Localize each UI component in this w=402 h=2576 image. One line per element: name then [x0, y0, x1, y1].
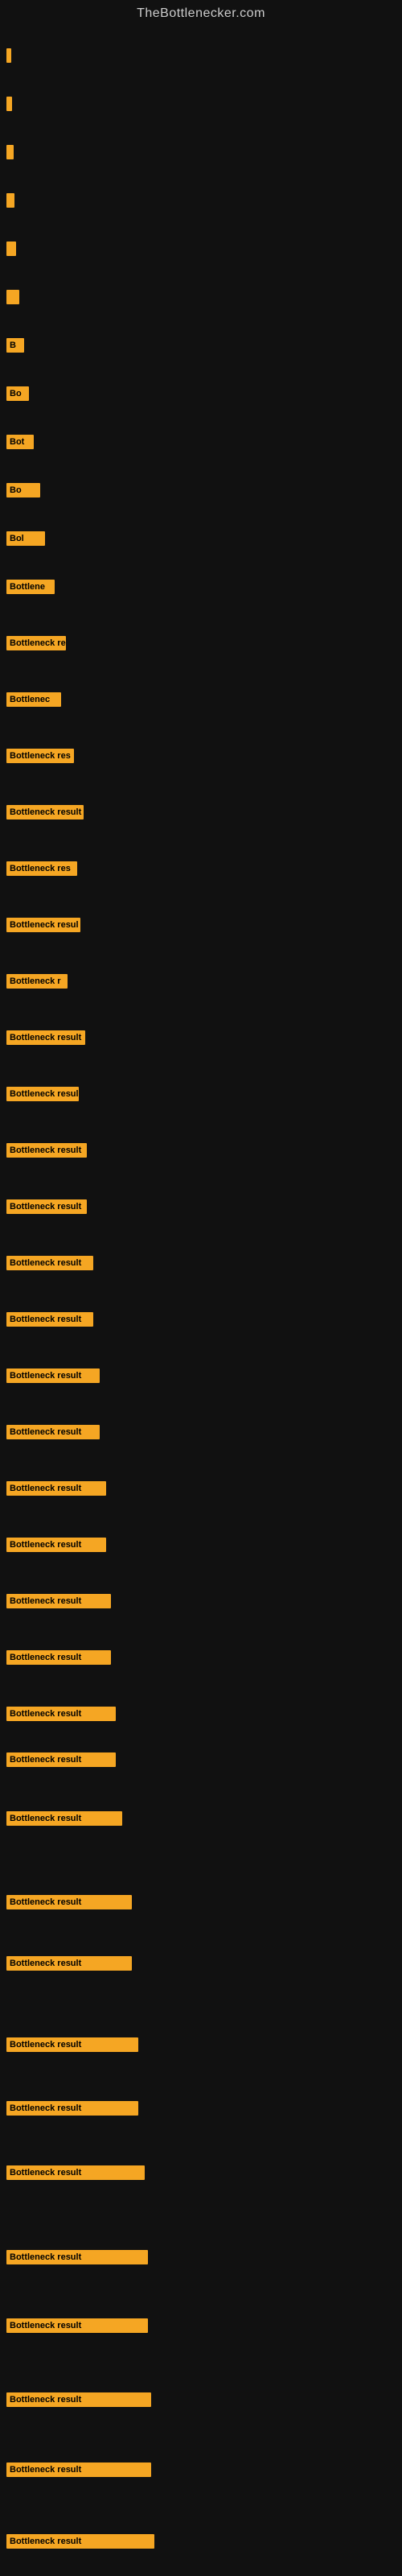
bar-item: Bottleneck result [6, 805, 84, 819]
bar-item: Bottleneck result [6, 1425, 100, 1439]
bar-item: Bottleneck result [6, 2037, 138, 2052]
chart-area: TheBottlenecker.com B Bo Bot Bo Bol Bottlene B… [0, 0, 402, 2576]
bar-item: Bottleneck result [6, 1256, 93, 1270]
bar-item: Bottlenec [6, 692, 61, 707]
bar-item: Bottleneck resul [6, 918, 80, 932]
bar-item: Bottleneck result [6, 1199, 87, 1214]
bar-item: Bottleneck result [6, 1481, 106, 1496]
bar-item [6, 290, 19, 304]
bar-item: Bottleneck result [6, 2165, 145, 2180]
bar-item: Bottleneck result [6, 1538, 106, 1552]
bar-item [6, 48, 11, 63]
bar-item [6, 242, 16, 256]
bar-item: Bottleneck result [6, 1312, 93, 1327]
bar-item: Bottleneck re [6, 636, 66, 650]
bar-item: Bottleneck result [6, 1143, 87, 1158]
bar-item: Bottleneck result [6, 1368, 100, 1383]
bar-item: Bottleneck result [6, 1895, 132, 1909]
bar-item: Bottleneck result [6, 1650, 111, 1665]
bar-item: Bottleneck result [6, 1594, 111, 1608]
bar-item: Bottleneck result [6, 1707, 116, 1721]
bar-item: Bol [6, 531, 45, 546]
bar-item: Bottleneck result [6, 2101, 138, 2116]
bar-item: Bottleneck res [6, 861, 77, 876]
bar-item: Bo [6, 386, 29, 401]
bar-item: Bot [6, 435, 34, 449]
bar-item: Bottleneck resul [6, 1087, 79, 1101]
bar-item: Bottleneck result [6, 2250, 148, 2264]
bar-item: Bottleneck result [6, 1752, 116, 1767]
bar-item [6, 97, 12, 111]
bar-item: Bottleneck r [6, 974, 68, 989]
bar-item: Bottleneck result [6, 2462, 151, 2477]
bar-item: Bottleneck result [6, 1811, 122, 1826]
bar-item: B [6, 338, 24, 353]
bar-item: Bottleneck result [6, 2392, 151, 2407]
bar-item [6, 193, 14, 208]
bar-item: Bottleneck result [6, 1030, 85, 1045]
bar-item: Bottlene [6, 580, 55, 594]
bar-item: Bottleneck result [6, 2318, 148, 2333]
bar-item: Bottleneck res [6, 749, 74, 763]
bar-item: Bottleneck result [6, 2534, 154, 2549]
site-title: TheBottlenecker.com [0, 0, 402, 24]
bar-item [6, 145, 14, 159]
bar-item: Bo [6, 483, 40, 497]
bar-item: Bottleneck result [6, 1956, 132, 1971]
